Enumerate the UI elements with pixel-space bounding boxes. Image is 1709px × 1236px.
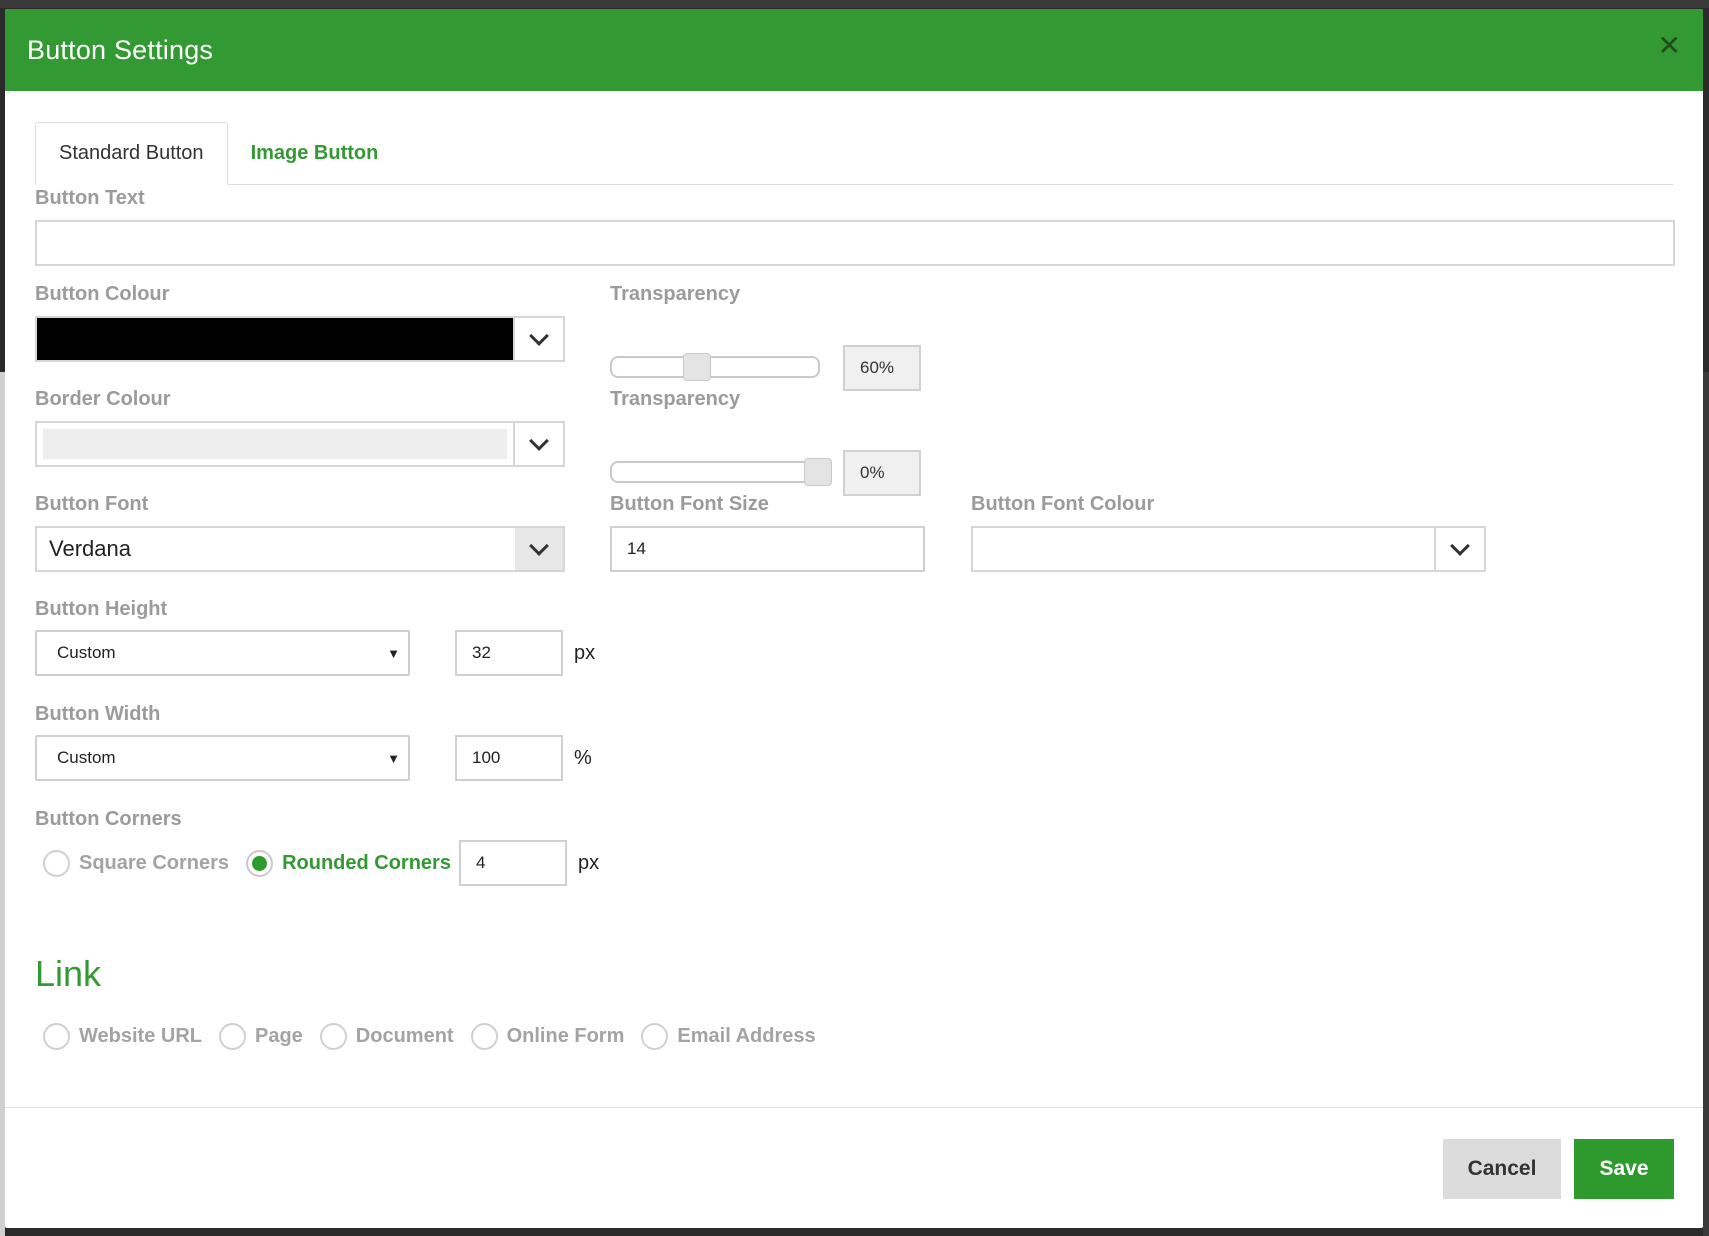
radio-dot (252, 856, 268, 871)
background-top-bar (0, 0, 1709, 8)
button-colour-swatch (37, 318, 513, 360)
save-button[interactable]: Save (1574, 1139, 1674, 1199)
button-width-input[interactable]: 100 (455, 735, 563, 781)
button-transparency-slider[interactable] (610, 356, 820, 378)
button-transparency-label: Transparency (610, 283, 741, 305)
button-font-value: Verdana (49, 536, 131, 561)
button-width-unit: % (574, 747, 592, 769)
corners-radio-group: Square Corners Rounded Corners (43, 850, 468, 877)
tab-standard-button[interactable]: Standard Button (35, 122, 228, 185)
border-colour-label: Border Colour (35, 388, 171, 410)
corner-radius-input[interactable]: 4 (459, 840, 567, 886)
button-width-label: Button Width (35, 703, 161, 725)
border-transparency-handle[interactable] (804, 458, 832, 486)
border-colour-swatch (43, 429, 507, 459)
button-text-input[interactable] (35, 220, 1675, 266)
button-font-colour-label: Button Font Colour (971, 493, 1155, 515)
square-corners-radio[interactable] (43, 850, 70, 877)
button-text-label: Button Text (35, 187, 145, 209)
border-colour-dropdown[interactable] (513, 423, 563, 465)
chevron-down-icon (1450, 535, 1470, 556)
border-transparency-value[interactable]: 0% (843, 450, 921, 496)
email-address-label[interactable]: Email Address (677, 1025, 815, 1048)
link-section-title: Link (35, 953, 102, 994)
button-font-size-input[interactable]: 14 (610, 526, 925, 572)
caret-down-icon: ▼ (387, 645, 400, 661)
page-radio[interactable] (218, 1023, 246, 1050)
chevron-down-icon (529, 325, 549, 346)
button-height-unit: px (574, 642, 596, 664)
corner-radius-unit: px (578, 852, 600, 874)
rounded-corners-radio[interactable] (246, 850, 274, 877)
online-form-label[interactable]: Online Form (507, 1025, 625, 1048)
border-colour-picker[interactable] (35, 421, 565, 467)
website-url-radio[interactable] (43, 1023, 70, 1050)
button-settings-modal: Button Settings ✕ Standard Button Image … (5, 9, 1703, 1228)
link-type-radio-group: Website URL Page Document Online Form Em… (43, 1023, 833, 1050)
email-address-radio[interactable] (641, 1023, 669, 1050)
button-colour-picker[interactable] (35, 316, 565, 362)
document-label[interactable]: Document (356, 1025, 454, 1048)
rounded-corners-label[interactable]: Rounded Corners (282, 852, 451, 875)
button-font-colour-dropdown[interactable] (1434, 528, 1484, 570)
background-right-strip (1703, 372, 1709, 1236)
chevron-down-icon (529, 535, 549, 556)
button-height-input[interactable]: 32 (455, 630, 563, 676)
button-font-select[interactable]: Verdana (35, 526, 565, 572)
button-width-mode: Custom (57, 748, 116, 767)
modal-body: Standard Button Image Button (5, 122, 1703, 185)
button-font-colour-picker[interactable] (971, 526, 1486, 572)
button-corners-label: Button Corners (35, 808, 182, 830)
button-font-colour-swatch (973, 528, 1434, 570)
caret-down-icon: ▼ (387, 750, 400, 766)
button-transparency-value[interactable]: 60% (843, 345, 921, 391)
button-width-select[interactable]: Custom ▼ (35, 735, 410, 781)
button-height-mode: Custom (57, 643, 116, 662)
cancel-button[interactable]: Cancel (1443, 1139, 1561, 1199)
modal-title: Button Settings (27, 34, 214, 65)
button-font-dropdown[interactable] (515, 528, 563, 570)
button-transparency-handle[interactable] (682, 353, 711, 381)
button-colour-dropdown[interactable] (513, 318, 563, 360)
border-transparency-label: Transparency (610, 388, 741, 410)
border-transparency-slider[interactable] (610, 461, 820, 483)
border-colour-swatch-wrap (37, 423, 513, 465)
button-font-size-label: Button Font Size (610, 493, 769, 515)
document-radio[interactable] (319, 1023, 347, 1050)
close-icon[interactable]: ✕ (1658, 29, 1681, 62)
button-font-label: Button Font (35, 493, 149, 515)
chevron-down-icon (529, 430, 549, 451)
page-label[interactable]: Page (255, 1025, 303, 1048)
modal-header: Button Settings ✕ (5, 9, 1703, 91)
online-form-radio[interactable] (470, 1023, 498, 1050)
tab-bar: Standard Button Image Button (35, 122, 1673, 185)
button-height-select[interactable]: Custom ▼ (35, 630, 410, 676)
button-height-label: Button Height (35, 598, 168, 620)
footer-divider (5, 1107, 1703, 1108)
square-corners-label[interactable]: Square Corners (79, 852, 229, 875)
website-url-label[interactable]: Website URL (79, 1025, 202, 1048)
tab-image-button[interactable]: Image Button (228, 122, 402, 184)
button-colour-label: Button Colour (35, 283, 170, 305)
